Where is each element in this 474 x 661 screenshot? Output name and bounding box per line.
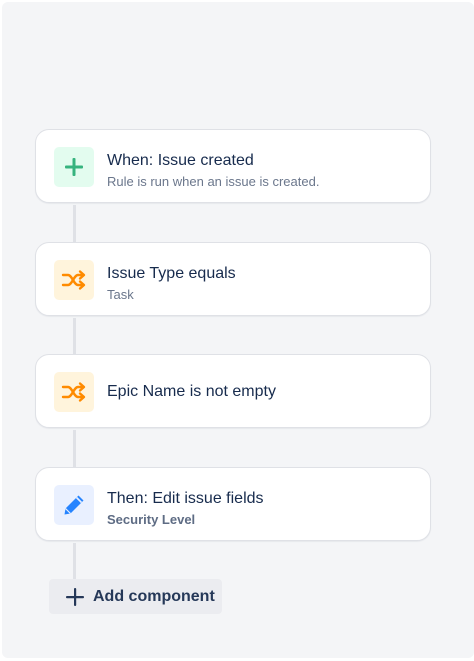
condition-title: Issue Type equals [107,265,236,282]
condition-subtitle: Task [107,287,134,302]
action-card[interactable]: Then: Edit issue fields Security Level [35,467,431,541]
action-subtitle: Security Level [107,512,196,527]
connector-line [73,205,76,242]
condition-title: Epic Name is not empty [107,383,276,400]
add-component-label: Add component [93,587,215,605]
trigger-title: When: Issue created [107,152,254,169]
action-title: Then: Edit issue fields [107,490,264,507]
trigger-subtitle: Rule is run when an issue is created. [107,174,320,189]
shuffle-icon [61,270,86,290]
condition-card-issue-type[interactable]: Issue Type equals Task [35,242,431,316]
shuffle-icon [61,382,86,402]
trigger-icon-tile [54,147,94,187]
rule-builder-canvas: When: Issue created Rule is run when an … [2,2,474,658]
connector-line [73,543,76,579]
connector-line [73,318,76,354]
condition-icon-tile [54,260,94,300]
plus-icon [65,158,83,176]
condition-icon-tile [54,372,94,412]
condition-card-epic-name[interactable]: Epic Name is not empty [35,354,431,428]
action-icon-tile [54,485,94,525]
pencil-icon [64,495,84,515]
add-component-button[interactable]: Add component [49,579,222,614]
connector-line [73,430,76,467]
trigger-card[interactable]: When: Issue created Rule is run when an … [35,129,431,203]
plus-icon [64,586,86,608]
